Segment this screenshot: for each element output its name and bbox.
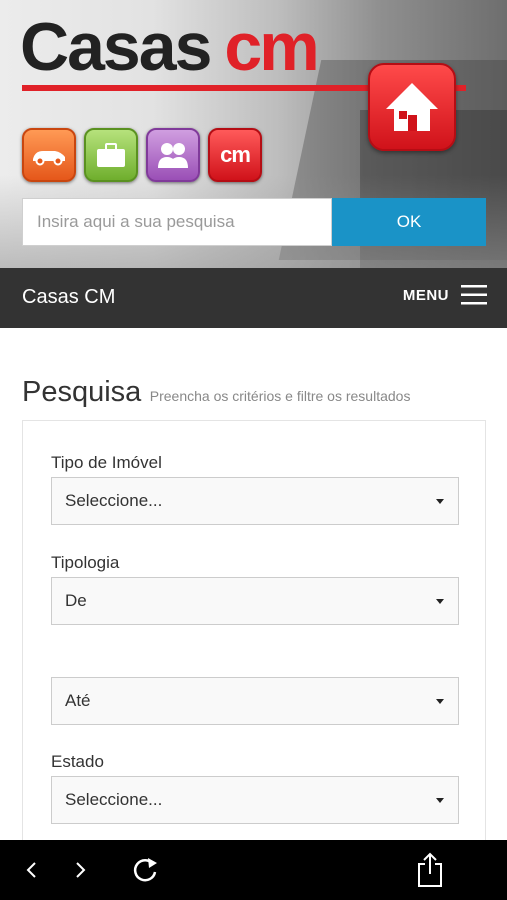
site-logo[interactable]: Casas cm: [20, 9, 320, 85]
field-label-tipo-imovel: Tipo de Imóvel: [51, 453, 162, 472]
page-title: Pesquisa: [22, 376, 142, 408]
select-value: Até: [65, 691, 91, 710]
share-button[interactable]: [410, 840, 450, 900]
caret-down-icon: [436, 699, 444, 704]
car-app-icon[interactable]: [22, 128, 76, 182]
cm-app-icon[interactable]: cm: [208, 128, 262, 182]
select-tipologia-ate[interactable]: Até: [51, 677, 459, 725]
logo-text-cm: cm: [224, 9, 319, 85]
caret-down-icon: [436, 798, 444, 803]
site-header: Casas cm cm Insira aqui a sua pesquisa O…: [0, 0, 507, 268]
select-value: De: [65, 591, 87, 610]
page-subtitle: Preencha os critérios e filtre os result…: [149, 388, 411, 404]
app-icons-row: cm: [22, 128, 262, 182]
logo-text-casas: Casas: [20, 9, 212, 85]
menu-button[interactable]: MENU: [403, 284, 487, 306]
reload-button[interactable]: [126, 840, 164, 900]
people-app-icon[interactable]: [146, 128, 200, 182]
browser-toolbar: [0, 840, 507, 900]
main-content: Pesquisa Preencha os critérios e filtre …: [0, 328, 507, 860]
page-heading: Pesquisa Preencha os critérios e filtre …: [22, 376, 410, 409]
select-estado[interactable]: Seleccione...: [51, 776, 459, 824]
menu-label: MENU: [402, 286, 449, 304]
reload-icon: [133, 858, 157, 882]
search-filter-form: Tipo de Imóvel Seleccione... Tipologia D…: [22, 420, 486, 860]
field-label-estado: Estado: [51, 752, 104, 771]
select-tipologia-de[interactable]: De: [51, 577, 459, 625]
field-label-tipologia: Tipologia: [51, 553, 120, 572]
select-value: Seleccione...: [65, 790, 163, 809]
caret-down-icon: [436, 499, 444, 504]
share-icon: [418, 852, 442, 887]
back-button[interactable]: [14, 840, 48, 900]
chevron-left-icon: [26, 862, 36, 878]
forward-button[interactable]: [64, 840, 98, 900]
briefcase-app-icon[interactable]: [84, 128, 138, 182]
search-input[interactable]: [22, 198, 332, 246]
select-tipo-imovel[interactable]: Seleccione...: [51, 477, 459, 525]
hamburger-icon: [461, 285, 487, 305]
select-value: Seleccione...: [65, 491, 163, 510]
navbar: Casas CM MENU: [0, 268, 507, 328]
home-icon[interactable]: [368, 63, 456, 151]
navbar-brand[interactable]: Casas CM: [22, 286, 115, 309]
cm-app-label: cm: [220, 142, 251, 167]
search-ok-button[interactable]: OK: [332, 198, 486, 246]
caret-down-icon: [436, 599, 444, 604]
search-bar: OK: [22, 198, 486, 246]
chevron-right-icon: [76, 862, 86, 878]
